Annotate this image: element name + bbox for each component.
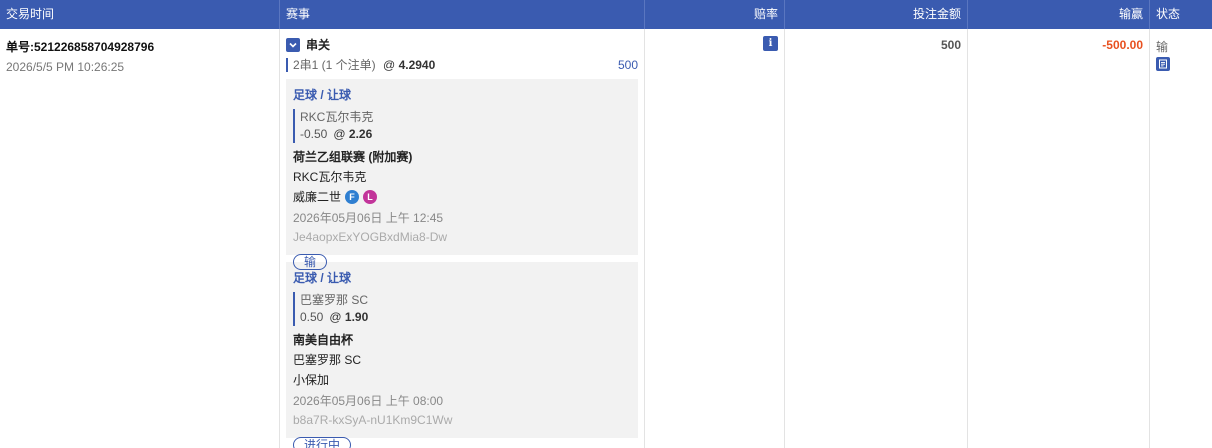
- leg-league: 南美自由杯: [293, 333, 354, 347]
- combo-title: 串关: [306, 38, 331, 52]
- col-header-odds: 赔率: [645, 0, 785, 29]
- chevron-down-icon[interactable]: [286, 37, 300, 52]
- leg-away-row: 威廉二世 F L: [293, 188, 631, 205]
- combo-summary: 2串1 (1 个注单) @ 4.2940 500: [286, 58, 638, 72]
- combo-header[interactable]: 串关: [286, 36, 638, 53]
- leg-type: 足球 / 让球: [293, 88, 352, 102]
- info-icon[interactable]: i: [763, 36, 778, 51]
- leg-league: 荷兰乙组联赛 (附加赛): [293, 150, 413, 164]
- combo-odds: 4.2940: [398, 58, 436, 72]
- cell-odds: i: [645, 29, 785, 448]
- col-header-event: 赛事: [280, 0, 645, 29]
- badge-f-icon: F: [345, 189, 360, 204]
- leg-datetime: 2026年05月06日 上午 12:45: [293, 211, 444, 225]
- leg-at: @: [333, 127, 346, 141]
- col-header-time: 交易时间: [0, 0, 280, 29]
- leg-odds: 2.26: [348, 127, 373, 141]
- leg-result-badge: 进行中: [293, 437, 352, 448]
- leg-home: RKC瓦尔韦克: [293, 170, 367, 184]
- cell-event: 串关 2串1 (1 个注单) @ 4.2940 500 足球 / 让球 RKC瓦…: [280, 29, 645, 448]
- cell-winloss: -500.00: [968, 29, 1150, 448]
- order-number: 单号:521226858704928796: [6, 40, 155, 54]
- cell-status: 输: [1150, 29, 1212, 448]
- col-header-winloss: 输赢: [968, 0, 1150, 29]
- col-header-status: 状态: [1156, 7, 1181, 21]
- bet-history-table: 交易时间 赛事 赔率 投注金额 输赢 状态 单号:521226858704928…: [0, 0, 1212, 448]
- leg-selection: RKC瓦尔韦克 -0.50 @ 2.26: [293, 109, 631, 143]
- leg-selection: 巴塞罗那 SC 0.50 @ 1.90: [293, 292, 631, 326]
- leg-home: 巴塞罗那 SC: [293, 353, 362, 367]
- combo-at: @: [383, 58, 396, 72]
- leg-selection-team: RKC瓦尔韦克: [300, 110, 374, 124]
- badge-l-icon: L: [363, 189, 378, 204]
- cell-stake: 500: [785, 29, 968, 448]
- leg-at: @: [329, 310, 342, 324]
- document-icon[interactable]: [1156, 57, 1170, 71]
- leg-id: Je4aopxExYOGBxdMia8-Dw: [293, 230, 448, 244]
- combo-amount: 500: [617, 58, 638, 72]
- leg-result-badge: 输: [293, 254, 328, 270]
- leg-odds: 1.90: [344, 310, 369, 324]
- leg-type: 足球 / 让球: [293, 271, 352, 285]
- winloss-value: -500.00: [1102, 38, 1143, 52]
- leg-away: 小保加: [293, 373, 330, 387]
- stake-value: 500: [940, 38, 961, 52]
- order-time: 2026/5/5 PM 10:26:25: [6, 60, 125, 74]
- cell-time: 单号:521226858704928796 2026/5/5 PM 10:26:…: [0, 29, 280, 448]
- leg-handicap: 0.50: [300, 310, 324, 324]
- bet-leg: 足球 / 让球 巴塞罗那 SC 0.50 @ 1.90 南美自由杯 巴塞罗那 SC…: [286, 262, 638, 448]
- leg-away: 威廉二世: [293, 190, 342, 204]
- status-text: 输: [1156, 40, 1169, 54]
- leg-selection-team: 巴塞罗那 SC: [300, 293, 369, 307]
- table-header: 交易时间 赛事 赔率 投注金额 输赢 状态: [0, 0, 1212, 29]
- leg-datetime: 2026年05月06日 上午 08:00: [293, 394, 444, 408]
- bet-leg: 足球 / 让球 RKC瓦尔韦克 -0.50 @ 2.26 荷兰乙组联赛 (附加赛)…: [286, 79, 638, 270]
- leg-handicap: -0.50: [300, 127, 328, 141]
- col-header-stake: 投注金额: [785, 0, 968, 29]
- leg-id: b8a7R-kxSyA-nU1Km9C1Ww: [293, 413, 453, 427]
- table-row: 单号:521226858704928796 2026/5/5 PM 10:26:…: [0, 29, 1212, 448]
- combo-desc: 2串1 (1 个注单): [293, 58, 376, 72]
